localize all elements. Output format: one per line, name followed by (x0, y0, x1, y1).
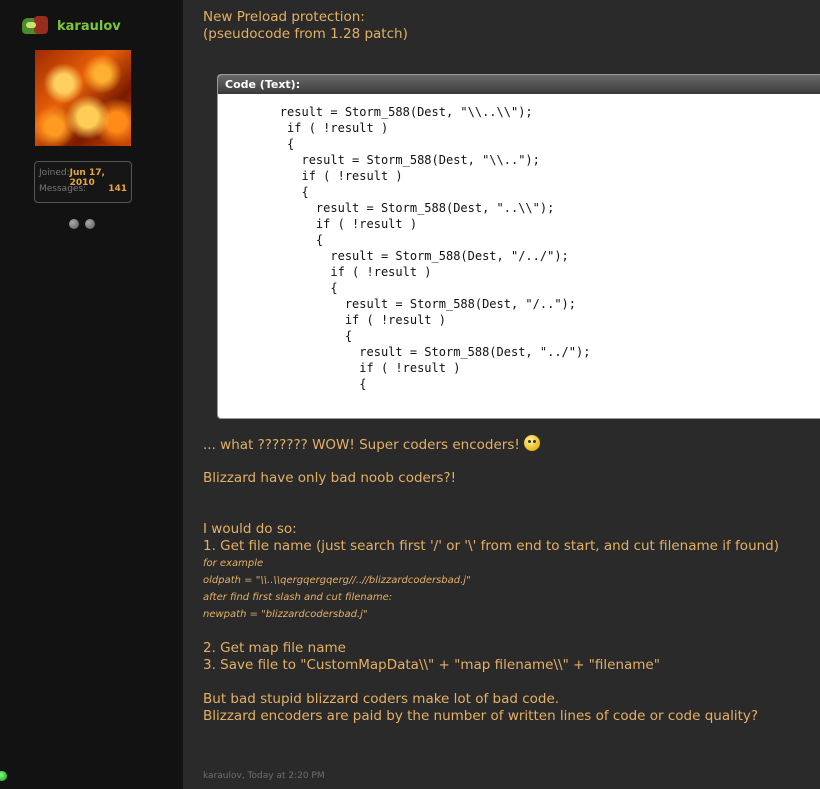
code-line: { (222, 281, 338, 295)
messages-label: Messages: (39, 184, 87, 194)
code-block-header: Code (Text): (218, 75, 820, 94)
user-group-icon (22, 16, 50, 36)
code-line: result = Storm_588(Dest, "../"); (222, 345, 591, 359)
reaction-line: ... what ??????? WOW! Super coders encod… (203, 435, 540, 454)
code-line: { (222, 377, 367, 391)
code-line: { (222, 137, 295, 151)
example-line-1: for example (203, 558, 264, 569)
user-avatar[interactable] (35, 50, 131, 146)
code-line: result = Storm_588(Dest, "/../"); (222, 249, 569, 263)
big-grin-smiley-icon (523, 435, 540, 451)
would-do-line: I would do so: (203, 521, 297, 537)
username-link[interactable]: karaulov (57, 19, 121, 34)
reaction-text: ... what ??????? WOW! Super coders encod… (203, 437, 520, 453)
example-line-4: newpath = "blizzardcodersbad.j" (203, 609, 368, 620)
code-line: if ( !result ) (222, 361, 461, 375)
code-line: { (222, 185, 309, 199)
bad-coders-line: Blizzard have only bad noob coders?! (203, 470, 456, 486)
status-dot-icon (69, 219, 79, 229)
code-line: result = Storm_588(Dest, "\\..\\"); (222, 105, 533, 119)
code-line: result = Storm_588(Dest, "\\.."); (222, 153, 540, 167)
code-line: if ( !result ) (222, 217, 418, 231)
code-line: { (222, 329, 353, 343)
closing-line-1: But bad stupid blizzard coders make lot … (203, 691, 560, 707)
code-line: result = Storm_588(Dest, "/.."); (222, 297, 577, 311)
online-indicator-icon (0, 771, 7, 781)
code-line: if ( !result ) (222, 121, 389, 135)
messages-value[interactable]: 141 (108, 184, 127, 194)
code-line: result = Storm_588(Dest, "..\\"); (222, 201, 555, 215)
code-line: if ( !result ) (222, 169, 403, 183)
example-line-2: oldpath = "\\..\\qergqergqerg//..//blizz… (203, 575, 471, 586)
code-line: if ( !result ) (222, 313, 446, 327)
step-1-line: 1. Get file name (just search first '/' … (203, 538, 780, 554)
code-block-body[interactable]: result = Storm_588(Dest, "\\..\\"); if (… (218, 94, 820, 418)
status-dot-icon (85, 219, 95, 229)
code-line: { (222, 233, 324, 247)
step-3-line: 3. Save file to "CustomMapData\\" + "map… (203, 657, 660, 673)
status-dots (69, 219, 95, 229)
post-intro-line-1: New Preload protection: (203, 9, 365, 25)
post-intro-line-2: (pseudocode from 1.28 patch) (203, 26, 408, 42)
closing-line-2: Blizzard encoders are paid by the number… (203, 708, 759, 724)
user-stats-box: Joined: Jun 17, 2010 Messages: 141 (34, 161, 132, 203)
messages-row: Messages: 141 (39, 184, 127, 194)
step-2-line: 2. Get map file name (203, 640, 346, 656)
code-block[interactable]: Code (Text): result = Storm_588(Dest, "\… (217, 74, 820, 419)
example-line-3: after find first slash and cut filename: (203, 592, 393, 603)
post-meta[interactable]: karaulov, Today at 2:20 PM (203, 771, 325, 781)
code-line: if ( !result ) (222, 265, 432, 279)
user-sidebar: karaulov Joined: Jun 17, 2010 Messages: … (0, 0, 183, 789)
username-row: karaulov (22, 15, 121, 37)
